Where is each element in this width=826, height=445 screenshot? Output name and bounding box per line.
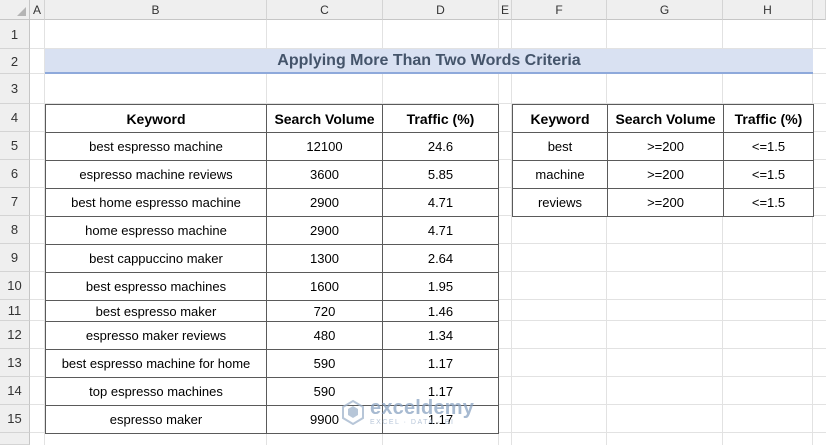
criteria-table: Keyword Search Volume Traffic (%) best >=20… xyxy=(512,104,814,217)
keyword-table-cell[interactable]: 4.71 xyxy=(382,188,499,217)
keyword-table-row: best espresso machine 12100 24.6 xyxy=(45,132,499,161)
keyword-table-cell[interactable]: espresso maker xyxy=(45,405,267,434)
keyword-table-cell[interactable]: 590 xyxy=(266,349,383,378)
criteria-table-cell[interactable]: machine xyxy=(512,160,608,189)
keyword-table-header-cell[interactable]: Traffic (%) xyxy=(382,104,499,133)
column-header-h[interactable]: H xyxy=(723,0,813,20)
criteria-table-cell[interactable]: >=200 xyxy=(607,132,724,161)
row-header-5[interactable]: 5 xyxy=(0,132,30,160)
keyword-table-cell[interactable]: best espresso maker xyxy=(45,300,267,322)
watermark-name: exceldemy xyxy=(370,397,475,419)
criteria-table-cell[interactable]: <=1.5 xyxy=(723,160,814,189)
keyword-table-cell[interactable]: 2900 xyxy=(266,216,383,245)
select-all-corner[interactable] xyxy=(0,0,30,20)
row-header-13[interactable]: 13 xyxy=(0,349,30,377)
column-header-d[interactable]: D xyxy=(383,0,499,20)
column-header-a[interactable]: A xyxy=(30,0,45,20)
criteria-table-cell[interactable]: >=200 xyxy=(607,188,724,217)
column-header-f[interactable]: F xyxy=(512,0,607,20)
keyword-table-row: espresso maker reviews 480 1.34 xyxy=(45,321,499,350)
spreadsheet-grid[interactable]: ABCDEFGH 1 2 3 4 5 6 7 8 9 10 11 12 13 14 15 Applying … xyxy=(0,0,826,445)
row-header-7[interactable]: 7 xyxy=(0,188,30,216)
keyword-table-cell[interactable]: 2900 xyxy=(266,188,383,217)
column-header-b[interactable]: B xyxy=(45,0,267,20)
keyword-table-row: best home espresso machine 2900 4.71 xyxy=(45,188,499,217)
keyword-table-row: espresso machine reviews 3600 5.85 xyxy=(45,160,499,189)
keyword-table-cell[interactable]: 24.6 xyxy=(382,132,499,161)
keyword-table-cell[interactable]: best espresso machine for home xyxy=(45,349,267,378)
row-header-8[interactable]: 8 xyxy=(0,216,30,244)
keyword-table-cell[interactable]: 12100 xyxy=(266,132,383,161)
gridline-vertical xyxy=(722,20,723,445)
keyword-table-cell[interactable]: 4.71 xyxy=(382,216,499,245)
keyword-table-cell[interactable]: espresso maker reviews xyxy=(45,321,267,350)
row-header-1[interactable]: 1 xyxy=(0,20,30,49)
row-header-2[interactable]: 2 xyxy=(0,49,30,74)
criteria-table-cell[interactable]: >=200 xyxy=(607,160,724,189)
keyword-table-cell[interactable]: best espresso machines xyxy=(45,272,267,301)
keyword-table-cell[interactable]: 3600 xyxy=(266,160,383,189)
keyword-table-cell[interactable]: 480 xyxy=(266,321,383,350)
row-header-4[interactable]: 4 xyxy=(0,104,30,132)
row-header-15[interactable]: 15 xyxy=(0,405,30,433)
keyword-table-row: best espresso maker 720 1.46 xyxy=(45,300,499,322)
row-header-10[interactable]: 10 xyxy=(0,272,30,300)
keyword-table-cell[interactable]: 1600 xyxy=(266,272,383,301)
keyword-table-header-cell[interactable]: Search Volume xyxy=(266,104,383,133)
row-header-11[interactable]: 11 xyxy=(0,300,30,321)
row-header-9[interactable]: 9 xyxy=(0,244,30,272)
row-header-12[interactable]: 12 xyxy=(0,321,30,349)
keyword-table-cell[interactable]: 5.85 xyxy=(382,160,499,189)
column-header-next[interactable] xyxy=(813,0,826,20)
keyword-table-cell[interactable]: 1300 xyxy=(266,244,383,273)
keyword-table-cell[interactable]: best cappuccino maker xyxy=(45,244,267,273)
keyword-table: Keyword Search Volume Traffic (%) best esp… xyxy=(45,104,499,434)
criteria-table-header-cell[interactable]: Keyword xyxy=(512,104,608,133)
keyword-table-row: home espresso machine 2900 4.71 xyxy=(45,216,499,245)
criteria-table-cell[interactable]: best xyxy=(512,132,608,161)
criteria-table-header-cell[interactable]: Traffic (%) xyxy=(723,104,814,133)
exceldemy-watermark: exceldemy EXCEL · DATA · BI xyxy=(340,398,474,426)
keyword-table-row: best espresso machines 1600 1.95 xyxy=(45,272,499,301)
keyword-table-header-cell[interactable]: Keyword xyxy=(45,104,267,133)
row-header-3[interactable]: 3 xyxy=(0,74,30,104)
keyword-table-cell[interactable]: 720 xyxy=(266,300,383,322)
keyword-table-row: best cappuccino maker 1300 2.64 xyxy=(45,244,499,273)
criteria-table-header-cell[interactable]: Search Volume xyxy=(607,104,724,133)
row-header-6[interactable]: 6 xyxy=(0,160,30,188)
criteria-table-row: reviews >=200 <=1.5 xyxy=(512,188,814,217)
keyword-table-cell[interactable]: 1.34 xyxy=(382,321,499,350)
keyword-table-cell[interactable]: 1.46 xyxy=(382,300,499,322)
exceldemy-logo-icon xyxy=(342,399,364,425)
keyword-table-cell[interactable]: 1.95 xyxy=(382,272,499,301)
criteria-table-cell[interactable]: <=1.5 xyxy=(723,188,814,217)
column-header-c[interactable]: C xyxy=(267,0,383,20)
column-header-e[interactable]: E xyxy=(499,0,512,20)
keyword-table-cell[interactable]: 2.64 xyxy=(382,244,499,273)
criteria-table-cell[interactable]: reviews xyxy=(512,188,608,217)
sheet-title[interactable]: Applying More Than Two Words Criteria xyxy=(45,49,813,74)
row-header-14[interactable]: 14 xyxy=(0,377,30,405)
keyword-table-cell[interactable]: home espresso machine xyxy=(45,216,267,245)
criteria-table-row: machine >=200 <=1.5 xyxy=(512,160,814,189)
keyword-table-cell[interactable]: 1.17 xyxy=(382,349,499,378)
watermark-tagline: EXCEL · DATA · BI xyxy=(370,419,455,426)
criteria-table-cell[interactable]: <=1.5 xyxy=(723,132,814,161)
criteria-table-row: best >=200 <=1.5 xyxy=(512,132,814,161)
keyword-table-cell[interactable]: best home espresso machine xyxy=(45,188,267,217)
keyword-table-cell[interactable]: espresso machine reviews xyxy=(45,160,267,189)
keyword-table-row: best espresso machine for home 590 1.17 xyxy=(45,349,499,378)
keyword-table-cell[interactable]: top espresso machines xyxy=(45,377,267,406)
keyword-table-cell[interactable]: best espresso machine xyxy=(45,132,267,161)
select-all-triangle-icon xyxy=(17,7,26,16)
gridline-vertical xyxy=(812,20,813,445)
gridline-vertical xyxy=(606,20,607,445)
gridline-vertical xyxy=(511,20,512,445)
row-header-next[interactable] xyxy=(0,433,30,445)
column-header-g[interactable]: G xyxy=(607,0,723,20)
